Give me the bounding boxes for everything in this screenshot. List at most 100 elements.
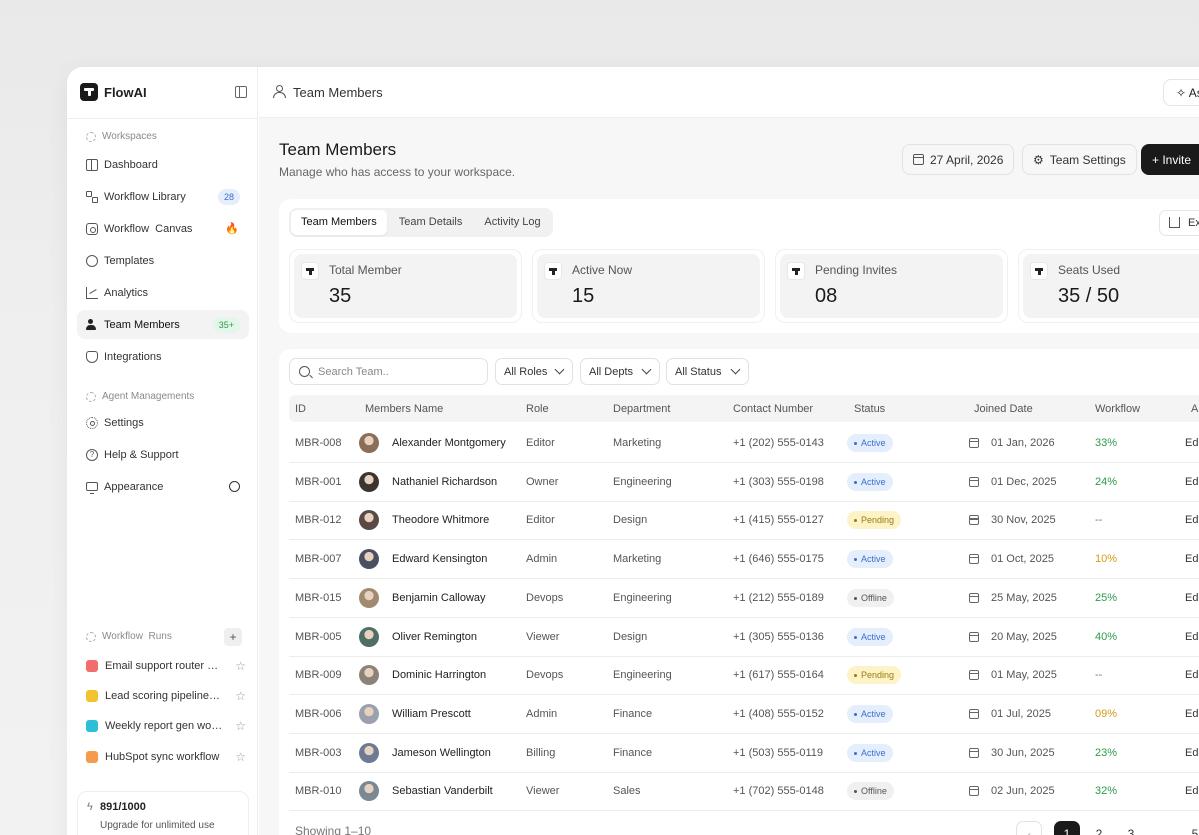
tab-activity-log[interactable]: Activity Log bbox=[474, 210, 550, 235]
gear-icon: ⚙ bbox=[1033, 152, 1044, 167]
sidebar-collapse-icon[interactable] bbox=[235, 86, 247, 98]
status-filter[interactable]: All Status bbox=[666, 358, 749, 385]
table-row[interactable]: MBR-012 Theodore Whitmore Editor Design +1 (… bbox=[289, 501, 1199, 541]
ask-ai-button[interactable]: ✧ As bbox=[1163, 79, 1199, 106]
table-row[interactable]: MBR-003 Jameson Wellington Billing Finance +… bbox=[289, 734, 1199, 773]
cell-joined-date: 01 May, 2025 bbox=[991, 669, 1057, 682]
sidebar-item-templates[interactable]: Templates bbox=[77, 246, 249, 275]
cell-role: Billing bbox=[526, 746, 556, 759]
members-table-panel: Search Team.. All Roles All Depts All St… bbox=[279, 349, 1199, 835]
depts-filter[interactable]: All Depts bbox=[580, 358, 660, 385]
cell-action[interactable]: Edi bbox=[1185, 592, 1199, 604]
cell-action[interactable]: Edi bbox=[1185, 514, 1199, 526]
table-row[interactable]: MBR-015 Benjamin Calloway Devops Engineerin… bbox=[289, 579, 1199, 618]
star-icon[interactable]: ☆ bbox=[235, 689, 246, 703]
roles-filter[interactable]: All Roles bbox=[495, 358, 573, 385]
cell-workflow: 32% bbox=[1095, 785, 1118, 798]
header-workflow[interactable]: Workflow bbox=[1095, 403, 1140, 415]
export-button[interactable]: Ex bbox=[1159, 210, 1199, 236]
sidebar-item-team-members[interactable]: Team Members 35+ bbox=[77, 310, 249, 339]
page-button-5[interactable]: 5 bbox=[1182, 821, 1199, 835]
run-item[interactable]: HubSpot sync workflow ☆ bbox=[86, 747, 246, 767]
cell-workflow: 40% bbox=[1095, 630, 1118, 643]
sidebar-item-appearance[interactable]: Appearance bbox=[77, 472, 249, 501]
tab-team-details[interactable]: Team Details bbox=[389, 210, 473, 235]
header-name[interactable]: Members Name bbox=[365, 403, 443, 415]
sidebar-item-dashboard[interactable]: Dashboard bbox=[77, 150, 249, 179]
header-joined[interactable]: Joined Date bbox=[974, 403, 1033, 415]
stat-card-seats: Seats Used 35 / 50 bbox=[1018, 249, 1199, 323]
usage-count: 891/1000 bbox=[100, 801, 146, 813]
cell-id: MBR-015 bbox=[295, 591, 342, 604]
bolt-icon: ϟ bbox=[87, 801, 93, 813]
table-row[interactable]: MBR-009 Dominic Harrington Devops Engineeri… bbox=[289, 656, 1199, 696]
table-row[interactable]: MBR-008 Alexander Montgomery Editor Marketi… bbox=[289, 424, 1199, 463]
page-button-3[interactable]: 3 bbox=[1118, 821, 1144, 835]
table-row[interactable]: MBR-005 Oliver Remington Viewer Design +1 (3… bbox=[289, 618, 1199, 657]
star-icon[interactable]: ☆ bbox=[235, 719, 246, 733]
cell-department: Sales bbox=[613, 785, 641, 798]
search-placeholder: Search Team.. bbox=[318, 366, 389, 378]
run-item[interactable]: Lead scoring pipeline Workflow ☆ bbox=[86, 686, 246, 706]
cell-joined-date: 25 May, 2025 bbox=[991, 591, 1057, 604]
table-row[interactable]: MBR-006 William Prescott Admin Finance +1 (4… bbox=[289, 695, 1199, 734]
calendar-icon bbox=[969, 554, 979, 565]
run-item[interactable]: Email support router workflow ☆ bbox=[86, 656, 246, 676]
page-button-1[interactable]: 1 bbox=[1054, 821, 1080, 835]
sidebar-item-integrations[interactable]: Integrations bbox=[77, 342, 249, 371]
sidebar-item-workflow-canvas[interactable]: Workflow Canvas 🔥 bbox=[77, 214, 249, 243]
cell-contact: +1 (303) 555-0198 bbox=[733, 475, 824, 488]
fire-icon: 🔥 bbox=[225, 223, 239, 235]
sidebar-item-label: Workflow Canvas bbox=[104, 222, 193, 235]
export-label: Ex bbox=[1188, 217, 1199, 229]
cell-action[interactable]: Edi bbox=[1185, 631, 1199, 643]
sun-icon[interactable] bbox=[229, 481, 240, 492]
sidebar-item-settings[interactable]: Settings bbox=[77, 408, 249, 437]
cell-id: MBR-008 bbox=[295, 437, 342, 449]
cell-action[interactable]: Edi bbox=[1185, 708, 1199, 720]
tab-team-members[interactable]: Team Members bbox=[291, 210, 387, 235]
cell-action[interactable]: Edi bbox=[1185, 747, 1199, 759]
usage-card[interactable]: ϟ 891/1000 Upgrade for unlimited use bbox=[77, 791, 249, 835]
search-input[interactable]: Search Team.. bbox=[289, 358, 488, 385]
people-icon bbox=[273, 85, 286, 98]
add-run-button[interactable]: + bbox=[224, 628, 242, 646]
run-item[interactable]: Weekly report gen workflow ☆ bbox=[86, 716, 246, 736]
table-row[interactable]: MBR-001 Nathaniel Richardson Owner Engineer… bbox=[289, 463, 1199, 502]
run-status-icon bbox=[86, 690, 98, 702]
invite-button[interactable]: + Invite bbox=[1141, 144, 1199, 175]
calendar-icon bbox=[969, 670, 979, 681]
page-button-2[interactable]: 2 bbox=[1086, 821, 1112, 835]
sidebar-item-help[interactable]: ? Help & Support bbox=[77, 440, 249, 469]
table-row[interactable]: MBR-010 Sebastian Vanderbilt Viewer Sales +1… bbox=[289, 772, 1199, 812]
cell-action[interactable]: Edi bbox=[1185, 669, 1199, 681]
team-settings-button[interactable]: ⚙ Team Settings bbox=[1022, 144, 1137, 175]
header-status[interactable]: Status bbox=[854, 403, 885, 415]
cell-role: Devops bbox=[526, 591, 564, 604]
star-icon[interactable]: ☆ bbox=[235, 750, 246, 764]
sidebar-divider bbox=[67, 118, 258, 119]
cell-action[interactable]: Edi bbox=[1185, 437, 1199, 449]
cell-role: Admin bbox=[526, 707, 558, 720]
header-role[interactable]: Role bbox=[526, 403, 549, 415]
header-contact[interactable]: Contact Number bbox=[733, 403, 813, 415]
table-row[interactable]: MBR-007 Edward Kensington Admin Marketing +1… bbox=[289, 540, 1199, 580]
cell-id: MBR-007 bbox=[295, 553, 342, 566]
prev-page-button[interactable]: ‹ bbox=[1016, 821, 1042, 835]
sidebar-item-label: Analytics bbox=[104, 286, 149, 299]
cell-action[interactable]: Edi bbox=[1185, 476, 1199, 488]
sidebar-item-workflow-library[interactable]: Workflow Library 28 bbox=[77, 182, 249, 211]
app-window: FlowAI Workspaces Dashboard Workflow Lib… bbox=[67, 67, 1199, 835]
brand[interactable]: FlowAI bbox=[80, 83, 147, 101]
cell-action[interactable]: Edi bbox=[1185, 785, 1199, 797]
page-ellipsis: … bbox=[1157, 827, 1169, 835]
header-action[interactable]: A bbox=[1191, 403, 1198, 415]
date-picker-button[interactable]: 27 April, 2026 bbox=[902, 144, 1015, 175]
cell-workflow: 23% bbox=[1095, 746, 1118, 759]
header-department[interactable]: Department bbox=[613, 403, 670, 415]
cell-contact: +1 (646) 555-0175 bbox=[733, 553, 824, 566]
star-icon[interactable]: ☆ bbox=[235, 659, 246, 673]
header-id[interactable]: ID bbox=[295, 403, 306, 415]
sidebar-item-analytics[interactable]: Analytics bbox=[77, 278, 249, 307]
cell-action[interactable]: Edi bbox=[1185, 553, 1199, 565]
